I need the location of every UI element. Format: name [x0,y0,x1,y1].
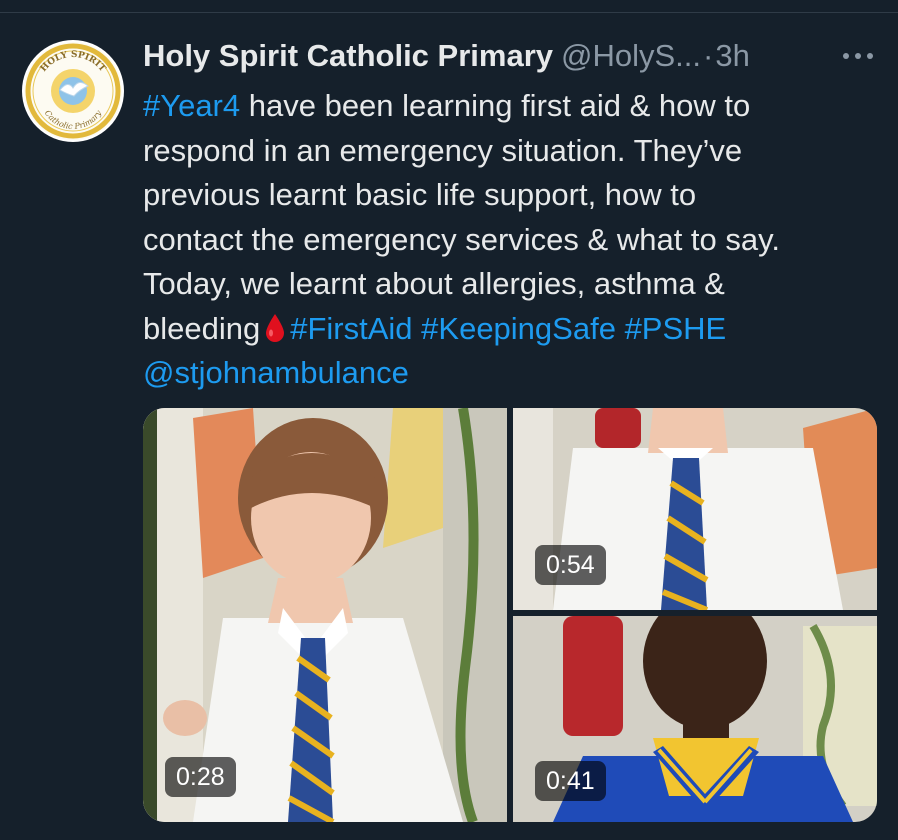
separator-dot: · [703,38,714,73]
drop-of-blood-icon [266,313,285,342]
hashtag-firstaid[interactable]: #FirstAid [290,311,412,346]
video-thumbnail-3[interactable]: 0:41 [513,616,877,822]
tweet-line-7: @stjohnambulance [143,351,863,396]
hashtag-pshe[interactable]: #PSHE [625,311,727,346]
account-name[interactable]: Holy Spirit Catholic Primary [143,38,553,73]
video-duration-badge: 0:54 [535,545,606,585]
tweet-header: Holy Spirit Catholic Primary @HolyS...·3h [143,36,883,76]
tweet-line: #Year4 have been learning first aid & ho… [143,84,863,129]
avatar[interactable]: HOLY SPIRIT Catholic Primary [22,40,124,142]
tweet-line-6-text: bleeding [143,310,261,346]
media-grid: 0:28 0:54 0:41 [143,408,877,822]
account-handle[interactable]: @HolyS... [561,38,701,73]
top-divider [0,12,898,13]
hashtag-keepingsafe[interactable]: #KeepingSafe [421,311,616,346]
tweet-line-4: contact the emergency services & what to… [143,221,780,257]
video-thumbnail-2[interactable]: 0:54 [513,408,877,610]
school-logo: HOLY SPIRIT Catholic Primary [24,42,122,140]
more-horizontal-icon[interactable] [838,44,878,68]
timestamp[interactable]: 3h [715,38,749,73]
video-duration-badge: 0:28 [165,757,236,797]
tweet-line-3: previous learnt basic life support, how … [143,177,697,212]
hashtag-year4[interactable]: #Year4 [143,88,240,123]
tweet-line-2: respond in an emergency situation. They’… [143,132,743,168]
tweet-text: #Year4 have been learning first aid & ho… [143,84,863,396]
tweet-line-5: Today, we learnt about allergies, asthma… [143,266,725,301]
video-duration-badge: 0:41 [535,761,606,801]
mention-stjohnambulance[interactable]: @stjohnambulance [143,355,409,390]
tweet-line-1-text: have been learning first aid & how to [240,88,751,123]
video-thumbnail-1[interactable]: 0:28 [143,408,507,822]
tweet-line-6: bleeding #FirstAid #KeepingSafe #PSHE [143,307,863,352]
